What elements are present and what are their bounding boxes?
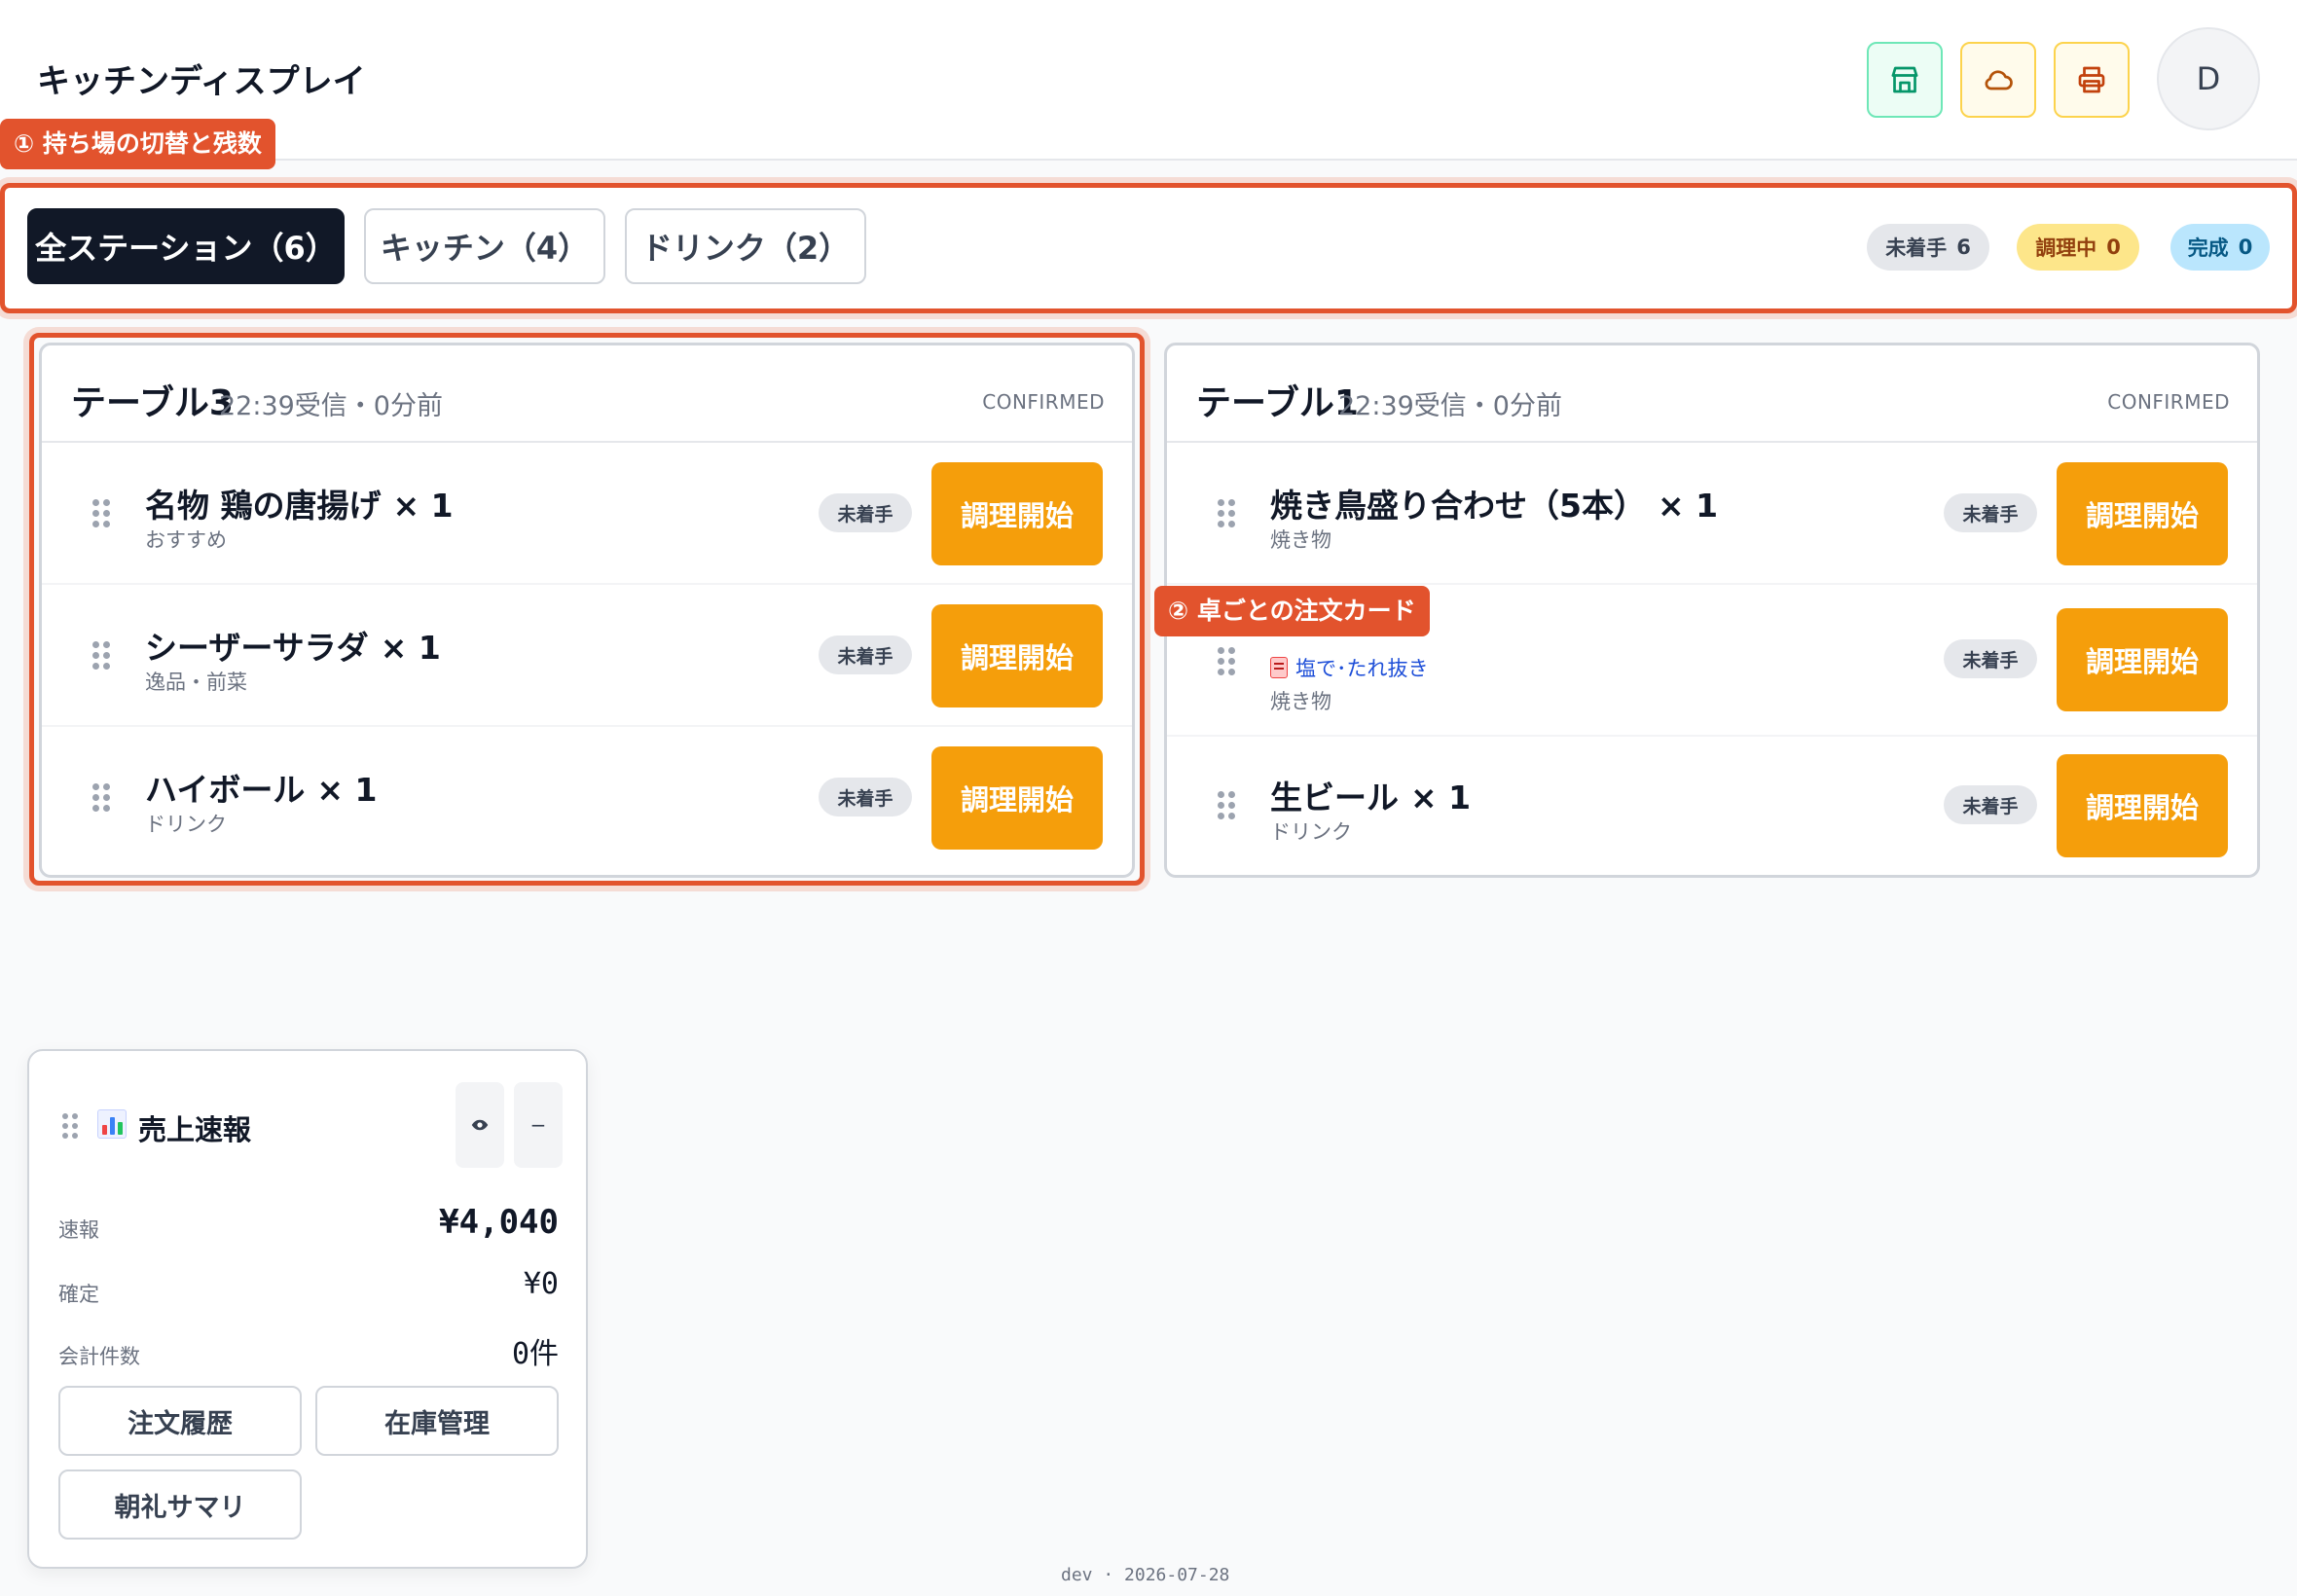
order-history-button[interactable]: 注文履歴 bbox=[58, 1386, 302, 1456]
order-card-header: テーブル3 22:39受信・0分前 CONFIRMED bbox=[42, 345, 1132, 443]
item-state-badge: 未着手 bbox=[819, 493, 912, 532]
station-tabbar: 全ステーション（6） キッチン（4） ドリンク（2） 未着手 6 調理中 0 完… bbox=[0, 187, 2297, 309]
sales-value-confirmed: ¥0 bbox=[523, 1267, 559, 1301]
item-name: ハイボール × 1 bbox=[145, 771, 378, 809]
sales-label-confirmed: 確定 bbox=[58, 1283, 99, 1306]
item-category: 焼き物 bbox=[1270, 690, 1331, 713]
drag-handle-icon[interactable] bbox=[92, 641, 112, 671]
tab-kitchen[interactable]: キッチン（4） bbox=[364, 208, 605, 284]
tab-all-stations[interactable]: 全ステーション（6） bbox=[27, 208, 345, 284]
morning-summary-button[interactable]: 朝礼サマリ bbox=[58, 1469, 302, 1540]
start-cooking-button[interactable]: 調理開始 bbox=[931, 462, 1103, 565]
order-card-header: テーブル1 22:39受信・0分前 CONFIRMED bbox=[1167, 345, 2257, 443]
order-item-row: 名物 鶏の唐揚げ × 1 おすすめ 未着手 調理開始 bbox=[42, 443, 1132, 585]
table-name: テーブル3 bbox=[71, 383, 234, 423]
sales-value-checkouts: 0件 bbox=[511, 1337, 559, 1371]
toggle-visibility-button[interactable] bbox=[456, 1082, 504, 1168]
item-category: 逸品・前菜 bbox=[145, 671, 247, 694]
item-note: 塩で･たれ抜き bbox=[1270, 653, 1429, 682]
received-time: 22:39受信・0分前 bbox=[1338, 391, 1562, 421]
inventory-button[interactable]: 在庫管理 bbox=[315, 1386, 559, 1456]
eye-icon bbox=[471, 1119, 489, 1131]
drag-handle-icon[interactable] bbox=[1218, 499, 1237, 528]
done-count-badge: 完成 0 bbox=[2170, 224, 2270, 271]
start-cooking-button[interactable]: 調理開始 bbox=[2057, 754, 2228, 857]
start-cooking-button[interactable]: 調理開始 bbox=[2057, 608, 2228, 711]
start-cooking-button[interactable]: 調理開始 bbox=[2057, 462, 2228, 565]
item-state-badge: 未着手 bbox=[1944, 639, 2037, 678]
drag-handle-icon[interactable] bbox=[62, 1113, 80, 1143]
sales-label-quick: 速報 bbox=[58, 1218, 99, 1242]
item-category: ドリンク bbox=[1270, 820, 1352, 844]
annotation-stations: ① 持ち場の切替と残数 bbox=[0, 119, 275, 169]
sales-value-quick: ¥4,040 bbox=[439, 1203, 559, 1242]
drag-handle-icon[interactable] bbox=[1218, 647, 1237, 676]
bar-chart-icon bbox=[97, 1109, 127, 1139]
sales-widget-title: 売上速報 bbox=[138, 1113, 252, 1146]
item-category: おすすめ bbox=[145, 528, 227, 552]
drag-handle-icon[interactable] bbox=[92, 783, 112, 813]
item-name: 焼き鳥盛り合わせ（5本） × 1 bbox=[1270, 487, 1719, 525]
item-category: ドリンク bbox=[145, 813, 227, 836]
print-button[interactable] bbox=[2054, 42, 2130, 118]
item-name: シーザーサラダ × 1 bbox=[145, 629, 441, 667]
order-item-row: 焼き鳥盛り合わせ（5本） × 1 焼き物 未着手 調理開始 bbox=[1167, 443, 2257, 585]
app-title: キッチンディスプレイ bbox=[37, 62, 366, 101]
order-status: CONFIRMED bbox=[982, 390, 1105, 414]
item-state-badge: 未着手 bbox=[1944, 493, 2037, 532]
order-item-row: ハイボール × 1 ドリンク 未着手 調理開始 bbox=[42, 727, 1132, 875]
order-card: テーブル3 22:39受信・0分前 CONFIRMED 名物 鶏の唐揚げ × 1 … bbox=[39, 343, 1135, 878]
sales-label-checkouts: 会計件数 bbox=[58, 1345, 140, 1368]
annotation-cards: ② 卓ごとの注文カード bbox=[1154, 586, 1430, 636]
order-status: CONFIRMED bbox=[2107, 390, 2230, 414]
item-name: 名物 鶏の唐揚げ × 1 bbox=[145, 487, 454, 525]
footer-build-info: dev · 2026-07-28 bbox=[1061, 1565, 1230, 1585]
store-icon bbox=[1891, 66, 1918, 93]
memo-icon bbox=[1270, 657, 1288, 678]
received-time: 22:39受信・0分前 bbox=[219, 391, 443, 421]
item-name: 生ビール × 1 bbox=[1270, 779, 1472, 816]
item-state-badge: 未着手 bbox=[819, 778, 912, 816]
app-header: キッチンディスプレイ D bbox=[0, 0, 2297, 161]
order-item-row: シーザーサラダ × 1 逸品・前菜 未着手 調理開始 bbox=[42, 585, 1132, 727]
minimize-button[interactable]: − bbox=[514, 1082, 563, 1168]
drag-handle-icon[interactable] bbox=[1218, 791, 1237, 820]
store-button[interactable] bbox=[1867, 42, 1943, 118]
user-avatar[interactable]: D bbox=[2157, 27, 2260, 130]
cooking-count-badge: 調理中 0 bbox=[2017, 224, 2139, 271]
item-state-badge: 未着手 bbox=[819, 635, 912, 674]
pending-count-badge: 未着手 6 bbox=[1867, 224, 1989, 271]
printer-icon bbox=[2078, 66, 2105, 93]
start-cooking-button[interactable]: 調理開始 bbox=[931, 604, 1103, 707]
item-state-badge: 未着手 bbox=[1944, 785, 2037, 824]
cloud-icon bbox=[1985, 70, 2013, 91]
order-item-row: 生ビール × 1 ドリンク 未着手 調理開始 bbox=[1167, 737, 2257, 875]
sales-widget: 売上速報 − 速報 ¥4,040 確定 ¥0 会計件数 0件 注文履歴 在庫管理… bbox=[27, 1049, 588, 1569]
cloud-sync-button[interactable] bbox=[1960, 42, 2036, 118]
tab-drink[interactable]: ドリンク（2） bbox=[625, 208, 866, 284]
table-name: テーブル1 bbox=[1196, 383, 1359, 423]
start-cooking-button[interactable]: 調理開始 bbox=[931, 746, 1103, 850]
drag-handle-icon[interactable] bbox=[92, 499, 112, 528]
item-category: 焼き物 bbox=[1270, 528, 1331, 552]
